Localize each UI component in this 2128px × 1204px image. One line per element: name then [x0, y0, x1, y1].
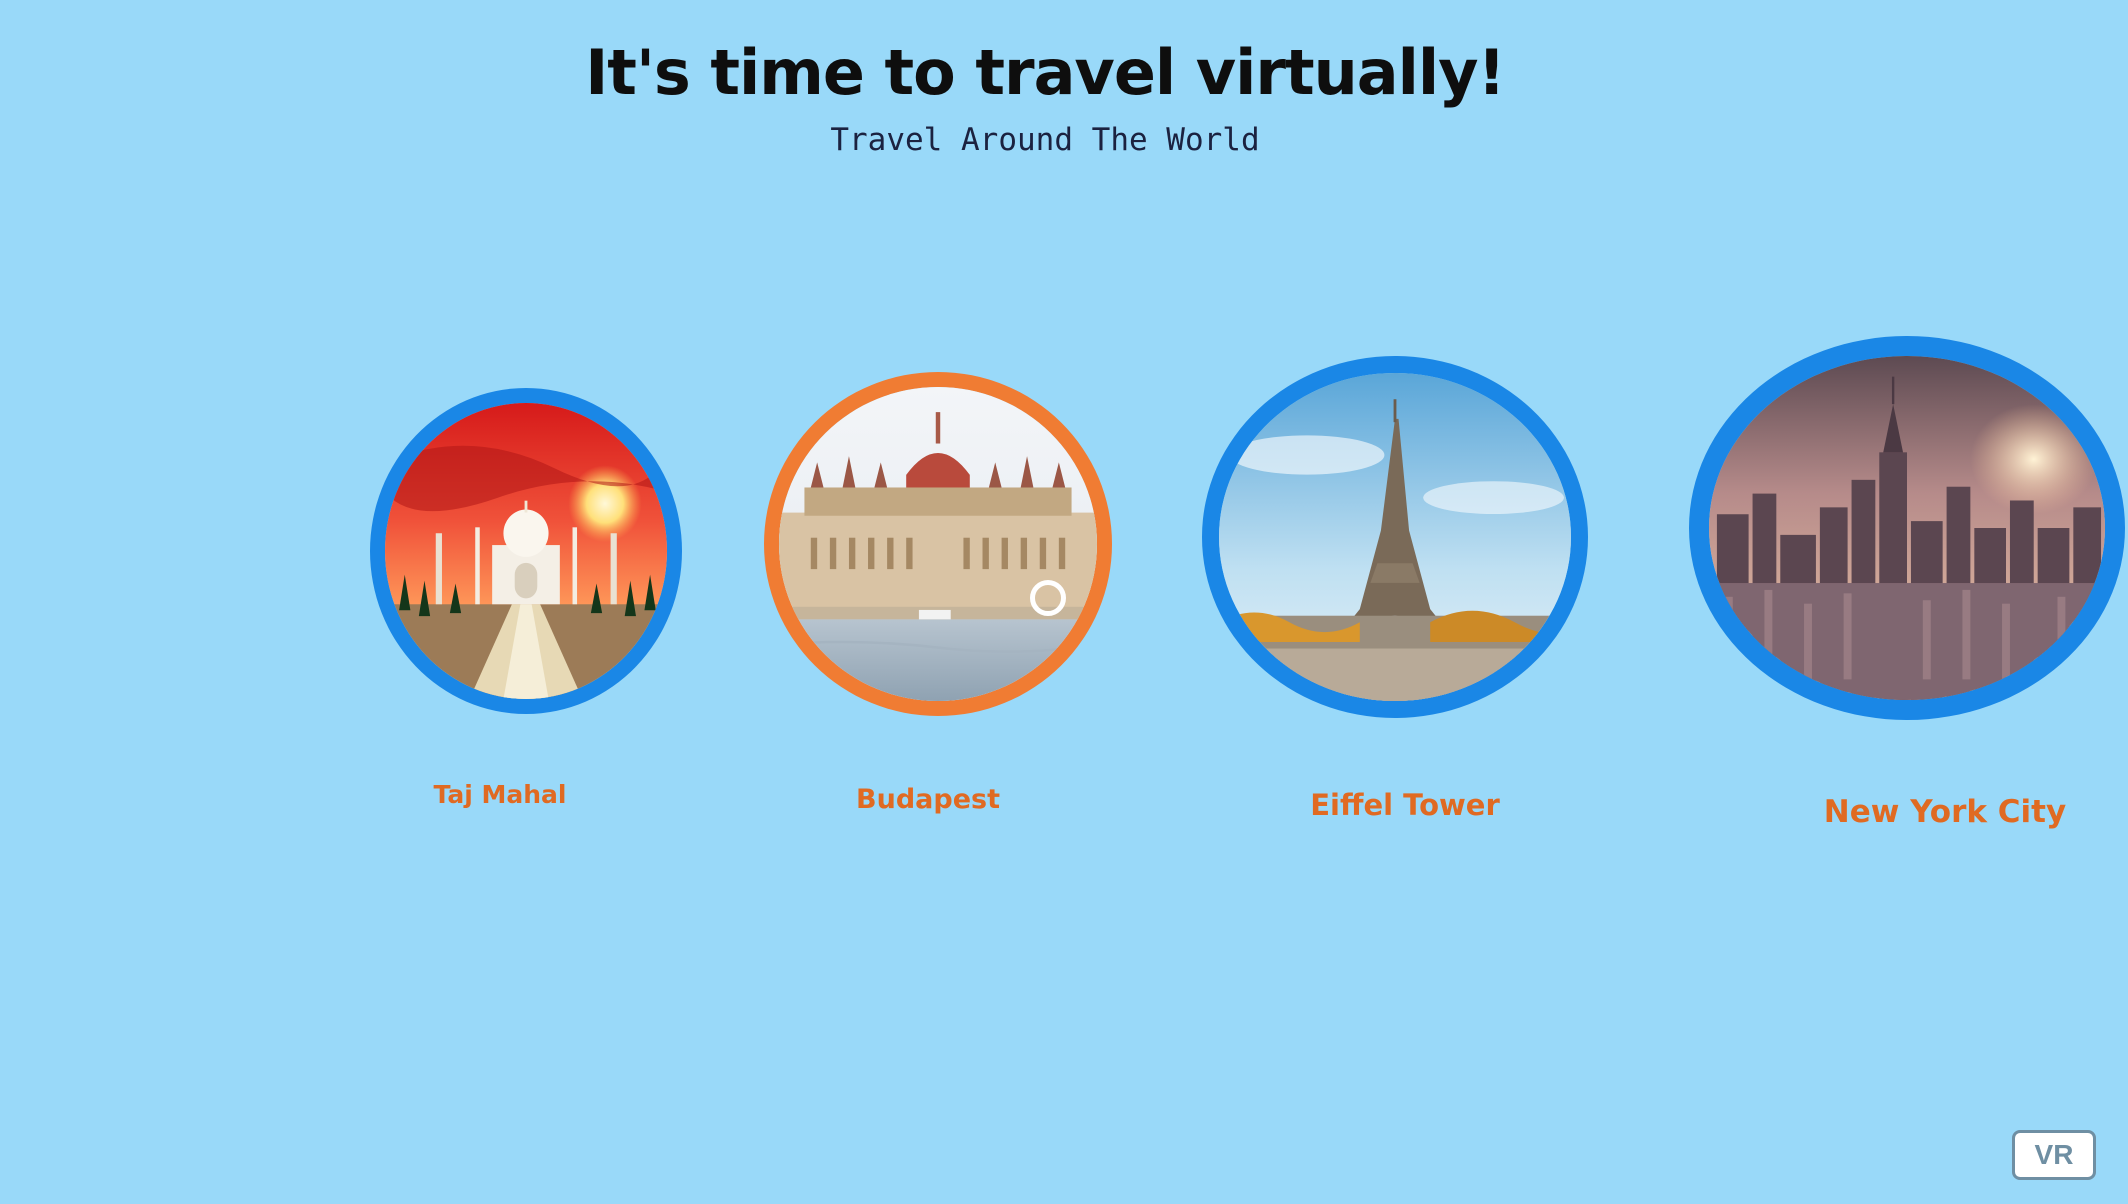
new-york-city-label[interactable]: New York City [1795, 794, 2095, 830]
new-york-city-image [1709, 356, 2105, 700]
taj-mahal-thumbnail[interactable] [370, 388, 682, 714]
eiffel-tower-thumbnail[interactable] [1202, 356, 1588, 718]
enter-vr-button[interactable]: VR [2012, 1130, 2096, 1180]
budapest-thumbnail[interactable] [764, 372, 1112, 716]
budapest-label[interactable]: Budapest [828, 784, 1028, 815]
eiffel-tower-label[interactable]: Eiffel Tower [1255, 788, 1555, 822]
page-title: It's time to travel virtually! [585, 36, 1506, 109]
taj-mahal-image [385, 403, 667, 699]
budapest-image [779, 387, 1097, 701]
vr-scene[interactable]: It's time to travel virtually! Travel Ar… [0, 0, 2128, 1204]
taj-mahal-label[interactable]: Taj Mahal [400, 780, 600, 809]
page-subtitle: Travel Around The World [830, 122, 1260, 158]
eiffel-tower-image [1219, 373, 1571, 701]
new-york-city-thumbnail[interactable] [1689, 336, 2125, 720]
gaze-cursor [1030, 580, 1066, 616]
